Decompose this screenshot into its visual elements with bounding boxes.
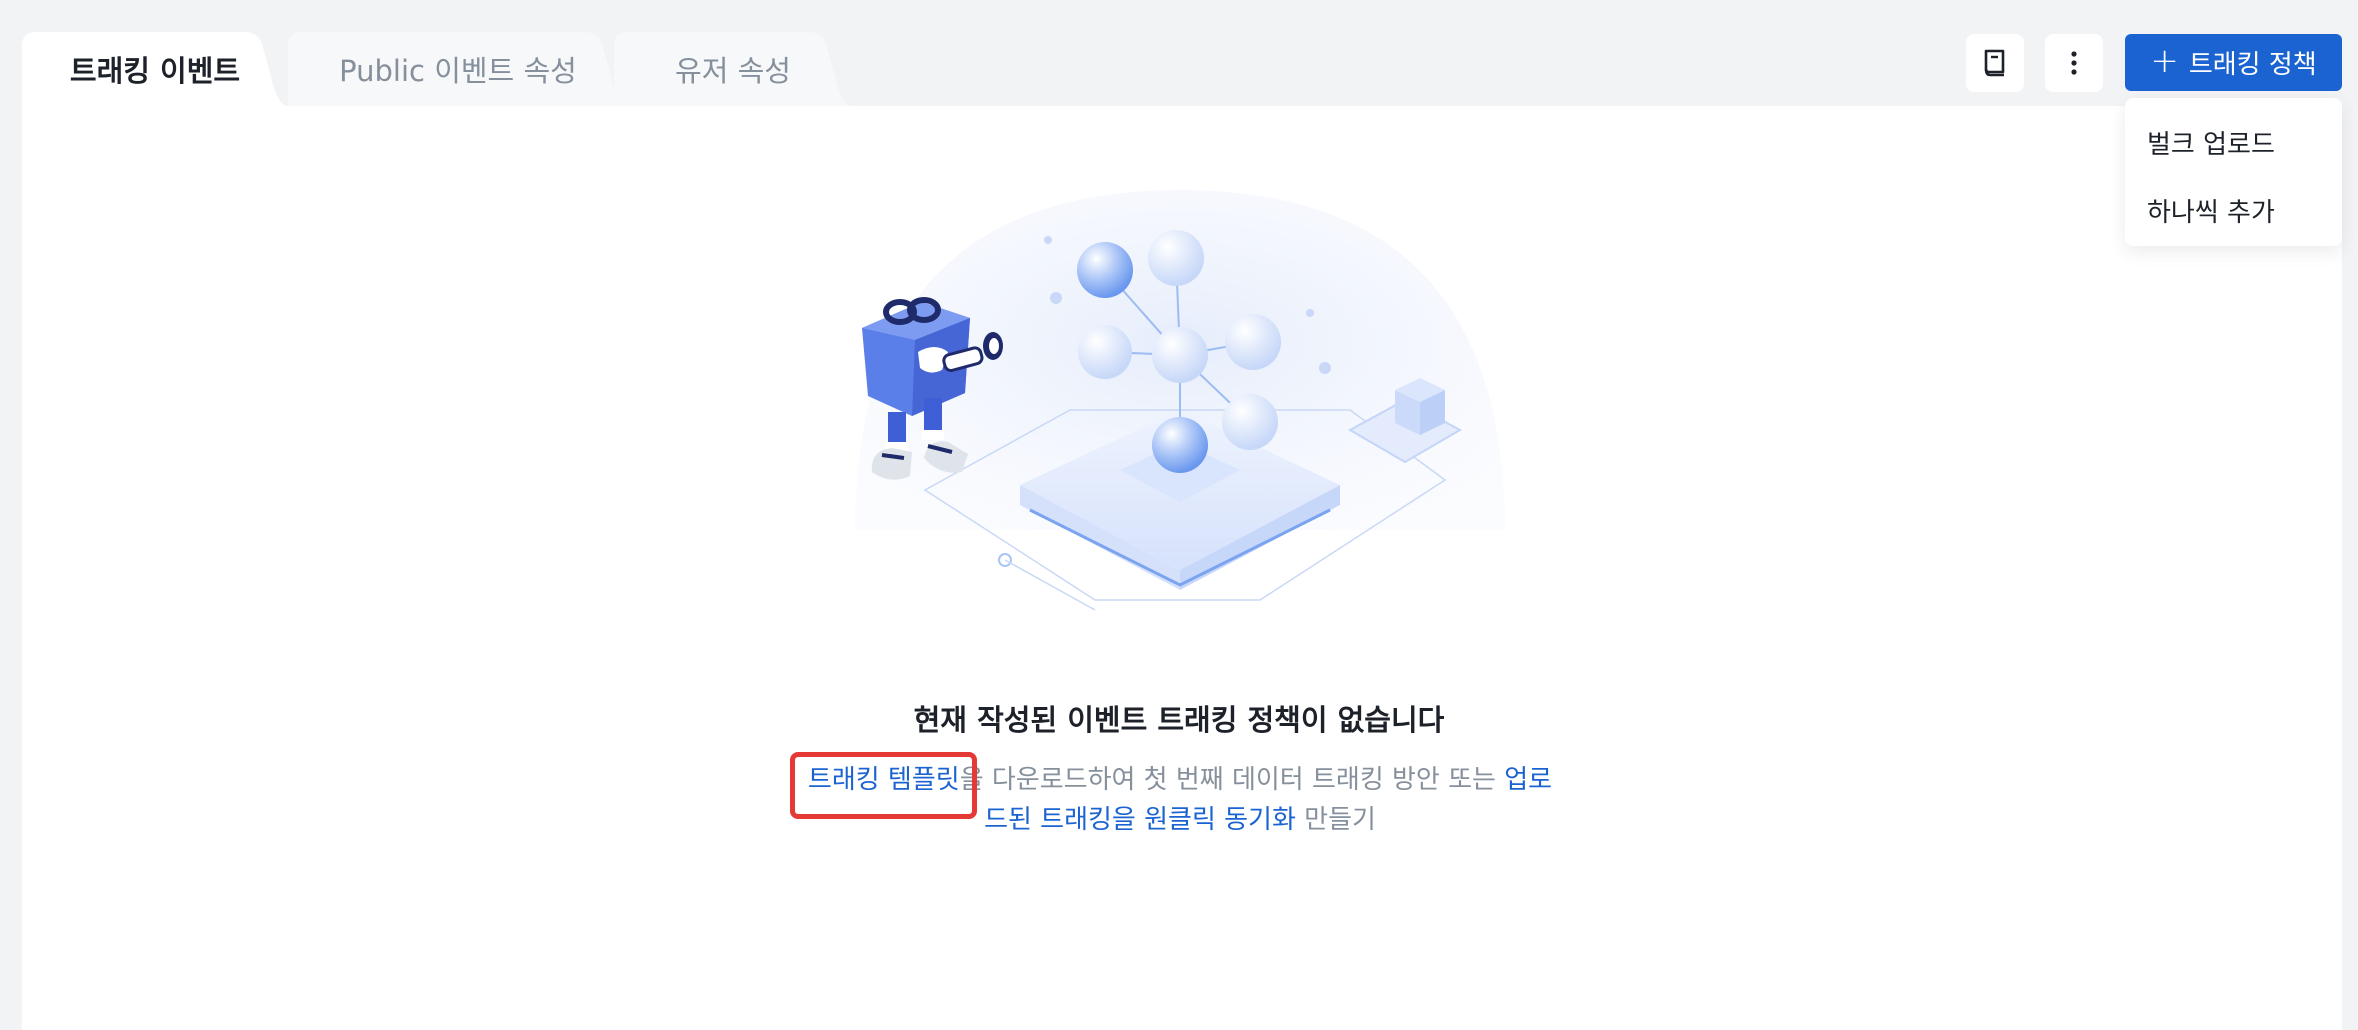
app-root: 트래킹 이벤트 Public 이벤트 속성 유저 속성 + 트래킹 정책 벌크 … [0,0,2358,1030]
more-vertical-icon [2071,51,2077,75]
tab-bar: 트래킹 이벤트 Public 이벤트 속성 유저 속성 [22,32,852,106]
add-tracking-policy-button[interactable]: + 트래킹 정책 [2125,34,2342,91]
tab-public-event-properties[interactable]: Public 이벤트 속성 [288,32,628,106]
book-button[interactable] [1966,34,2024,92]
tab-label: 트래킹 이벤트 [69,54,241,88]
tab-tracking-events[interactable]: 트래킹 이벤트 [22,32,288,106]
plus-icon: + [2150,41,2179,81]
more-button[interactable] [2045,34,2103,92]
empty-state-illustration [855,190,1505,611]
empty-state-description: 트래킹 템플릿을 다운로드하여 첫 번째 데이터 트래킹 방안 또는 업로드된 … [800,760,1560,840]
tab-label: 유저 속성 [675,54,791,88]
description-text-1: 을 다운로드하여 첫 번째 데이터 트래킹 방안 또는 [959,765,1505,795]
tracking-template-link[interactable]: 트래킹 템플릿 [808,765,960,795]
tab-label: Public 이벤트 속성 [339,54,577,88]
description-text-2: 만들기 [1295,805,1376,835]
menu-item-bulk-upload[interactable]: 벌크 업로드 [2125,108,2342,176]
empty-state-title: 현재 작성된 이벤트 트래킹 정책이 없습니다 [913,703,1445,737]
book-icon [1984,49,2005,77]
add-button-label: 트래킹 정책 [2188,50,2317,80]
menu-item-add-one-by-one[interactable]: 하나씩 추가 [2125,176,2342,244]
tab-user-properties[interactable]: 유저 속성 [614,32,852,106]
add-dropdown-menu: 벌크 업로드 하나씩 추가 [2125,98,2342,246]
